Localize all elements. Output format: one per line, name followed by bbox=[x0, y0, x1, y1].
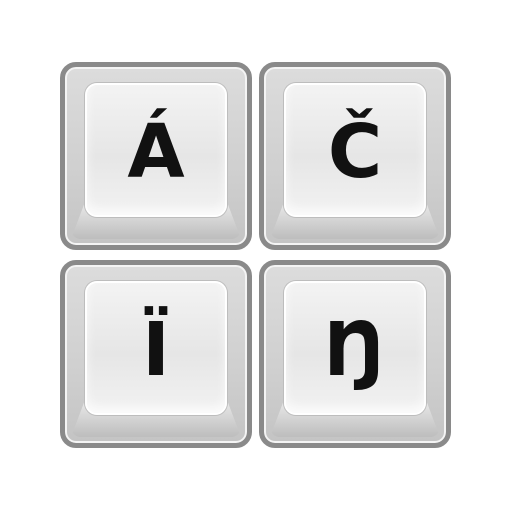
key-glyph: Ŋ bbox=[324, 307, 386, 393]
key-face: Ï bbox=[85, 281, 227, 415]
key-face: Ŋ bbox=[284, 281, 426, 415]
key-a-acute: Á bbox=[60, 62, 252, 250]
keyboard-characters-icon: Á Č Ï Ŋ bbox=[0, 0, 512, 512]
key-c-caron: Č bbox=[259, 62, 451, 250]
key-glyph: Č bbox=[327, 109, 383, 195]
key-i-diaeresis: Ï bbox=[60, 260, 252, 448]
key-glyph: Á bbox=[127, 109, 185, 195]
key-face: Č bbox=[284, 83, 426, 217]
key-glyph: Ï bbox=[142, 307, 170, 393]
key-eng: Ŋ bbox=[259, 260, 451, 448]
key-face: Á bbox=[85, 83, 227, 217]
